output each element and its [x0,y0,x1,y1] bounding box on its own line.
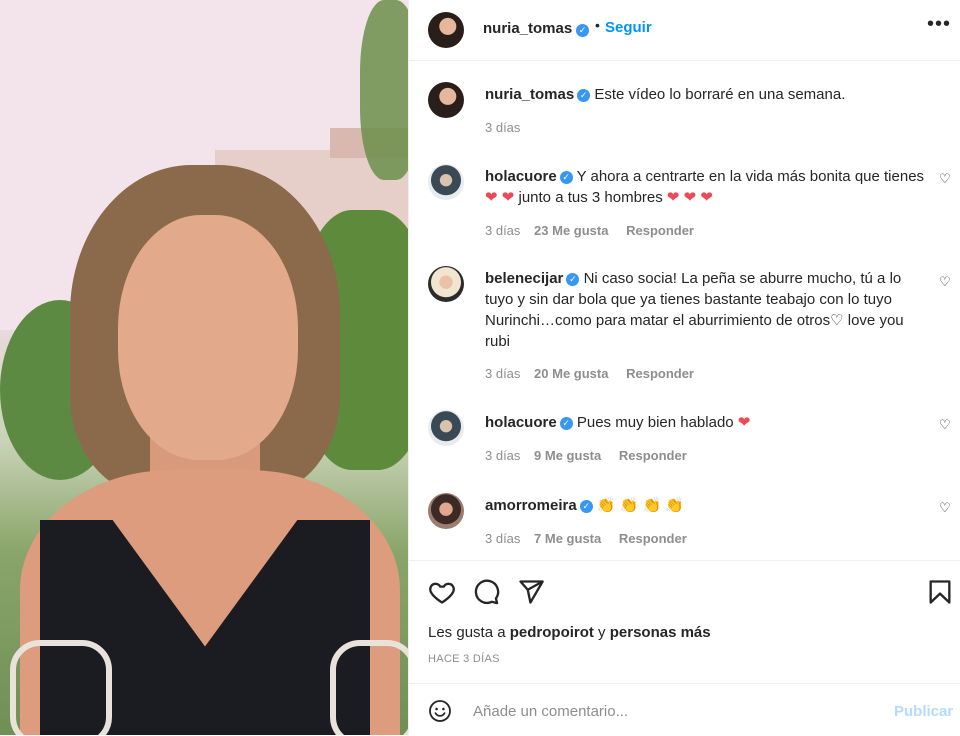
comment-body: belenecijar ✓ Ni caso socia! La peña se a… [485,268,925,352]
comment-meta: 3 días 20 Me gusta Responder [485,366,694,381]
caption-meta: 3 días [485,120,520,135]
comment-avatar[interactable] [428,164,464,200]
verified-badge-icon: ✓ [576,24,589,37]
video-foliage [360,0,408,180]
likes-prefix: Les gusta a [428,624,510,641]
comment-meta: 3 días 9 Me gusta Responder [485,448,687,463]
emoji-smile-icon[interactable] [428,699,452,723]
comment-time[interactable]: 3 días [485,531,520,546]
post-actions: Les gusta a pedropoirot y personas más H… [409,560,960,683]
video-chair [10,640,112,735]
comment-like-heart-icon[interactable]: ♡ [939,417,951,433]
verified-badge-icon: ✓ [577,89,591,102]
reply-button[interactable]: Responder [626,366,694,381]
like-heart-icon[interactable] [428,578,456,606]
likes-middle: y [593,624,610,641]
post-video[interactable] [0,0,408,735]
comment-likes[interactable]: 20 Me gusta [534,366,608,381]
likes-others[interactable]: personas más [610,624,711,641]
comment-likes[interactable]: 23 Me gusta [534,223,608,238]
comment-time[interactable]: 3 días [485,366,520,381]
comment-like-heart-icon[interactable]: ♡ [939,500,951,516]
author-username[interactable]: nuria_tomas [483,20,572,37]
verified-badge-icon: ✓ [559,417,573,430]
verified-badge-icon: ✓ [566,273,580,286]
more-options-icon[interactable]: ••• [927,13,951,36]
video-chair [330,640,408,735]
comment-avatar[interactable] [428,266,464,302]
caption-username[interactable]: nuria_tomas [485,86,574,103]
comment-time[interactable]: 3 días [485,448,520,463]
reply-button[interactable]: Responder [619,448,687,463]
comment-body: holacuore ✓ Y ahora a centrarte en la vid… [485,166,925,208]
share-send-icon[interactable] [517,578,545,606]
verified-badge-icon: ✓ [559,171,573,184]
comment-username[interactable]: holacuore [485,414,557,431]
follow-button[interactable]: Seguir [605,19,652,36]
reply-button[interactable]: Responder [619,531,687,546]
caption-time[interactable]: 3 días [485,120,520,135]
bookmark-save-icon[interactable] [926,578,954,606]
reply-button[interactable]: Responder [626,223,694,238]
likes-summary: Les gusta a pedropoirot y personas más [428,624,711,641]
comment-body: amorromeira ✓ 👏 👏 👏 👏 [485,495,925,516]
comment-text: 👏 👏 👏 👏 [596,497,685,514]
comment-like-heart-icon[interactable]: ♡ [939,274,951,290]
comment-body: holacuore ✓ Pues muy bien hablado ❤ [485,412,925,433]
comment-bubble-icon[interactable] [472,578,500,606]
comment-text: Pues muy bien hablado ❤ [576,414,751,431]
comment-username[interactable]: amorromeira [485,497,577,514]
comment-likes[interactable]: 9 Me gusta [534,448,601,463]
post-timestamp[interactable]: HACE 3 DÍAS [428,653,500,665]
comment-meta: 3 días 7 Me gusta Responder [485,531,687,546]
comment-username[interactable]: holacuore [485,168,557,185]
comment-like-heart-icon[interactable]: ♡ [939,171,951,187]
separator-dot: • [595,17,600,33]
comment-avatar[interactable] [428,493,464,529]
add-comment-bar: Publicar [409,683,960,736]
caption-text: Este vídeo lo borraré en una semana. [594,86,846,103]
comment-avatar[interactable] [428,410,464,446]
comment-meta: 3 días 23 Me gusta Responder [485,223,694,238]
caption-body: nuria_tomas ✓ Este vídeo lo borraré en un… [485,84,925,105]
post-panel: nuria_tomas ✓ • Seguir ••• nuria_tomas ✓ … [408,0,960,735]
caption-avatar[interactable] [428,82,464,118]
video-person-face [118,215,298,460]
comment-likes[interactable]: 7 Me gusta [534,531,601,546]
verified-badge-icon: ✓ [579,500,593,513]
author-avatar[interactable] [428,12,464,48]
comment-time[interactable]: 3 días [485,223,520,238]
post-header: nuria_tomas ✓ • Seguir ••• [409,0,960,61]
comment-input[interactable] [471,698,875,724]
likes-user[interactable]: pedropoirot [510,624,594,641]
publish-button[interactable]: Publicar [894,703,953,720]
comment-username[interactable]: belenecijar [485,270,563,287]
